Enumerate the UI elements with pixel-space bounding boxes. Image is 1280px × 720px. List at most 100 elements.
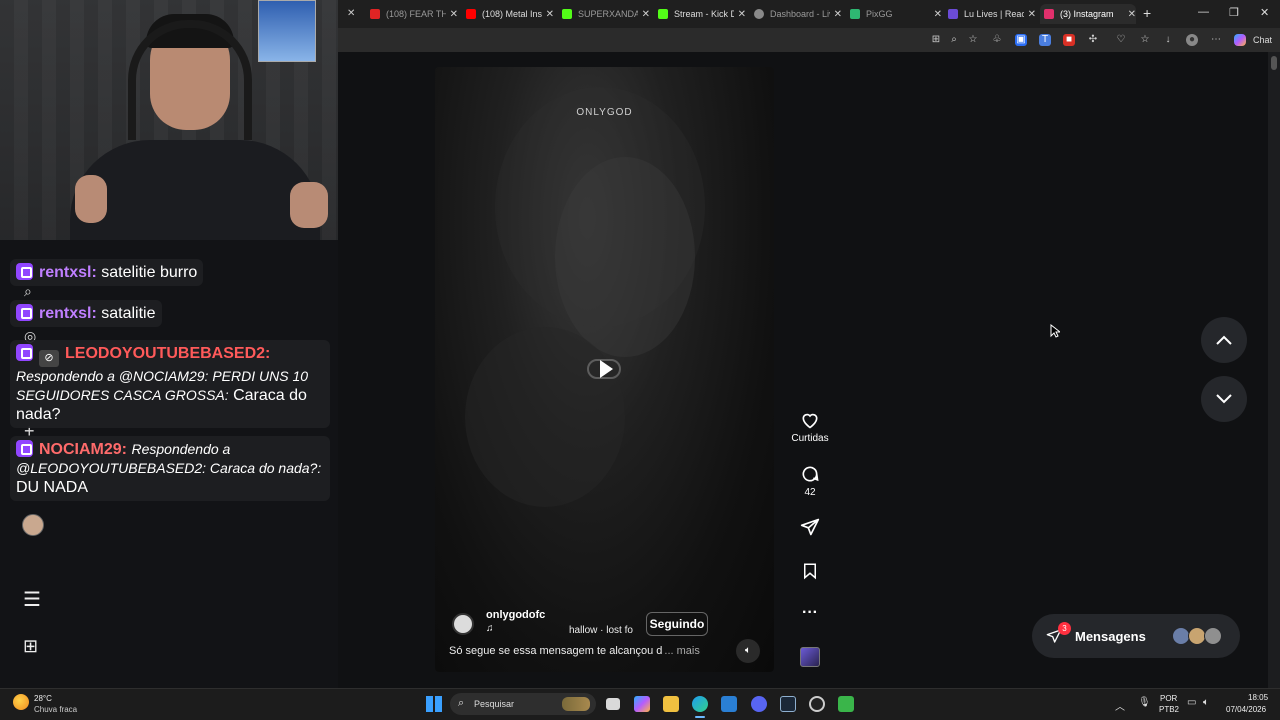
puzzle-icon[interactable]: ✣ (1087, 34, 1099, 46)
hidden-eye-icon: ⊘ (39, 350, 59, 367)
streamer-hand (290, 182, 328, 228)
volume-icon[interactable]: 🔈︎ (1203, 697, 1209, 708)
author-avatar[interactable] (452, 613, 474, 635)
lang-bottom[interactable]: PTB2 (1159, 705, 1179, 714)
start-windows-icon[interactable] (426, 696, 442, 712)
tab-stream-kick[interactable]: Stream - Kick Da ✕ (654, 4, 746, 24)
tab-superxandao[interactable]: SUPERXANDAO ✕ (558, 4, 650, 24)
more-menu-icon[interactable]: ⋯ (1210, 34, 1222, 46)
audio-thumbnail[interactable] (800, 647, 820, 667)
chat-username: rentxsl: (39, 264, 97, 281)
tab-instagram[interactable]: (3) Instagram ✕ (1040, 4, 1136, 24)
close-tab-icon[interactable]: ✕ (450, 9, 458, 20)
chat-username: rentxsl: (39, 305, 97, 322)
next-reel-button[interactable] (1201, 376, 1247, 422)
app-available-icon[interactable]: ⊞ (930, 34, 942, 46)
app-icon[interactable] (838, 696, 854, 712)
close-tab-icon[interactable]: ✕ (347, 8, 355, 19)
store-icon[interactable] (721, 696, 737, 712)
obs-icon[interactable] (809, 696, 825, 712)
minimize-icon[interactable]: — (1198, 6, 1209, 18)
copilot-icon[interactable] (1234, 34, 1246, 46)
scrollbar[interactable] (1268, 52, 1280, 688)
caption-more-link[interactable]: ... mais (664, 645, 699, 657)
search-highlight-icon (562, 697, 590, 711)
tab-pixgg[interactable]: PixGG ✕ (846, 4, 942, 24)
audio-track[interactable]: hallow · lost fo (569, 625, 633, 636)
steam-icon[interactable] (780, 696, 796, 712)
close-tab-icon[interactable]: ✕ (1128, 9, 1136, 20)
close-tab-icon[interactable]: ✕ (738, 9, 746, 20)
weather-desc[interactable]: Chuva fraca (34, 705, 77, 714)
mute-button[interactable]: 🔈︎ (736, 639, 760, 663)
twitch-icon (16, 440, 33, 457)
kick-icon (658, 9, 668, 19)
twitch-icon (16, 304, 33, 321)
task-view-icon[interactable] (606, 698, 620, 710)
share-button[interactable] (790, 517, 830, 540)
heart-icon (802, 413, 818, 429)
profile-avatar-icon[interactable] (22, 514, 44, 536)
close-tab-icon[interactable]: ✕ (934, 9, 942, 20)
download-icon[interactable]: ↓ (1162, 34, 1174, 46)
headphones (128, 20, 252, 140)
apps-icon[interactable]: ⊞ (23, 636, 38, 657)
globe-icon (754, 9, 764, 19)
discord-icon[interactable] (751, 696, 767, 712)
extension-blue-icon[interactable]: ▣ (1015, 34, 1027, 46)
clock-date[interactable]: 07/04/2026 (1226, 705, 1266, 714)
tab-fear-the[interactable]: (108) FEAR THE ✕ (366, 4, 458, 24)
extension-red-icon[interactable]: ■ (1063, 34, 1075, 46)
maximize-icon[interactable]: ❐ (1229, 6, 1239, 19)
previous-reel-button[interactable] (1201, 317, 1247, 363)
translate-icon[interactable]: T (1039, 34, 1051, 46)
scrollbar-thumb[interactable] (1271, 56, 1277, 70)
performance-icon[interactable]: ♡ (1115, 34, 1127, 46)
search-icon: ⌕ (458, 697, 465, 709)
chevron-up-icon[interactable]: ︿ (1115, 698, 1125, 713)
network-icon[interactable]: ▭ (1187, 697, 1196, 708)
video-watermark: ONLYGOD (576, 107, 633, 118)
zoom-icon[interactable]: ⌕ (948, 34, 960, 46)
messages-pill[interactable]: 3 Mensagens (1032, 614, 1240, 658)
file-explorer-icon[interactable] (663, 696, 679, 712)
chevron-up-icon (1216, 335, 1232, 345)
taskbar-search[interactable]: ⌕ Pesquisar (450, 693, 596, 715)
weather-icon[interactable] (13, 694, 29, 710)
extension-icon[interactable]: ♧ (991, 34, 1003, 46)
close-tab-icon[interactable]: ✕ (546, 9, 554, 20)
comment-button[interactable]: 42 (790, 464, 830, 498)
save-button[interactable] (790, 561, 830, 584)
close-tab-icon[interactable]: ✕ (1028, 9, 1036, 20)
new-tab-icon[interactable]: + (1143, 5, 1151, 21)
menu-icon[interactable]: ☰ (23, 587, 41, 612)
video-shape (555, 157, 695, 357)
author-username[interactable]: onlygodofc (486, 609, 545, 621)
close-tab-icon[interactable]: ✕ (642, 9, 650, 20)
poster-image (258, 0, 316, 62)
edge-icon[interactable] (692, 696, 708, 712)
favorite-star-icon[interactable]: ☆ (967, 34, 979, 46)
more-options-button[interactable]: ··· (790, 604, 830, 622)
profile-avatar-icon[interactable]: ● (1186, 34, 1198, 46)
reel-video[interactable]: ONLYGOD onlygodofc ♫ hallow · lost fo Se… (435, 67, 774, 672)
follow-button[interactable]: Seguindo (646, 612, 708, 636)
tab-lu-lives[interactable]: Lu Lives | React ✕ (944, 4, 1036, 24)
play-button[interactable] (587, 359, 621, 379)
chat-button[interactable]: Chat (1253, 35, 1272, 45)
favorites-icon[interactable]: ☆ (1139, 34, 1151, 46)
kick-icon (562, 9, 572, 19)
tab-dashboard[interactable]: Dashboard - Liv ✕ (750, 4, 842, 24)
like-button[interactable]: Curtidas (790, 410, 830, 444)
close-window-icon[interactable]: ✕ (1260, 6, 1269, 19)
weather-temp[interactable]: 28°C (34, 694, 52, 703)
tab-metal-insti[interactable]: (108) Metal Insti ✕ (462, 4, 554, 24)
youtube-icon (370, 9, 380, 19)
streamer-body (70, 140, 320, 240)
close-tab-icon[interactable]: ✕ (834, 9, 842, 20)
copilot-app-icon[interactable] (634, 696, 650, 712)
microphone-icon[interactable]: 🎙︎ (1138, 697, 1151, 708)
lang-top[interactable]: POR (1160, 694, 1177, 703)
caption: Só segue se essa mensagem te alcançou d.… (449, 645, 729, 657)
clock-time[interactable]: 18:05 (1248, 693, 1268, 702)
